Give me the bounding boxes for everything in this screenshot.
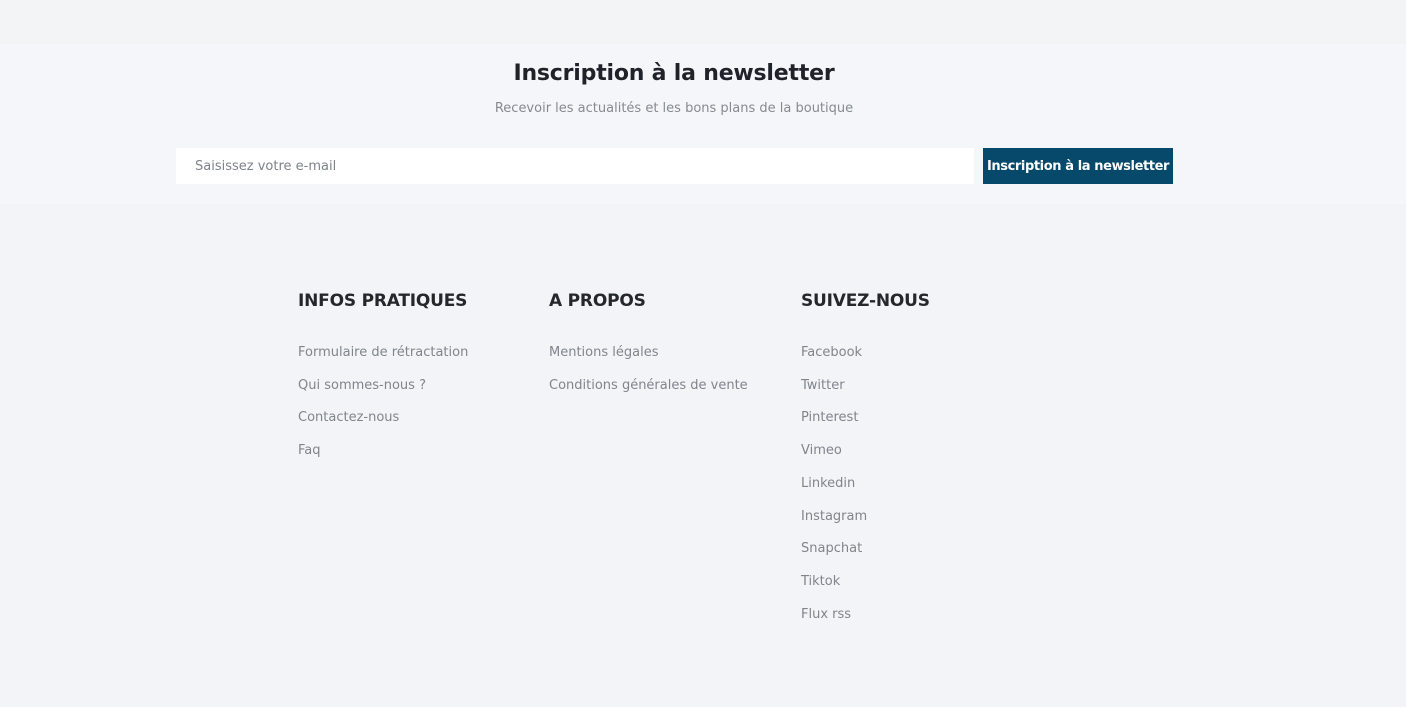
footer-link-instagram[interactable]: Instagram <box>801 501 930 534</box>
footer-link-linkedin[interactable]: Linkedin <box>801 468 930 501</box>
footer-link-contact[interactable]: Contactez-nous <box>298 402 468 435</box>
newsletter-subscribe-button[interactable]: Inscription à la newsletter <box>983 148 1173 184</box>
newsletter-section: Inscription à la newsletter Recevoir les… <box>0 44 1406 204</box>
footer-link-faq[interactable]: Faq <box>298 435 468 468</box>
footer-link-retractation[interactable]: Formulaire de rétractation <box>298 337 468 370</box>
footer-link-list: Facebook Twitter Pinterest Vimeo Linkedi… <box>801 337 930 631</box>
footer-column-a-propos: A PROPOS Mentions légales Conditions gén… <box>549 289 748 402</box>
footer-link-twitter[interactable]: Twitter <box>801 370 930 403</box>
footer-link-mentions-legales[interactable]: Mentions légales <box>549 337 748 370</box>
footer-link-tiktok[interactable]: Tiktok <box>801 566 930 599</box>
footer-link-list: Mentions légales Conditions générales de… <box>549 337 748 402</box>
top-strip <box>0 0 1406 44</box>
footer-link-rss[interactable]: Flux rss <box>801 599 930 632</box>
newsletter-email-input[interactable] <box>176 148 974 184</box>
footer-link-list: Formulaire de rétractation Qui sommes-no… <box>298 337 468 468</box>
footer-column-suivez-nous: SUIVEZ-NOUS Facebook Twitter Pinterest V… <box>801 289 930 631</box>
footer-column-infos-pratiques: INFOS PRATIQUES Formulaire de rétractati… <box>298 289 468 468</box>
footer-column-title: INFOS PRATIQUES <box>298 291 468 311</box>
footer-link-vimeo[interactable]: Vimeo <box>801 435 930 468</box>
newsletter-title: Inscription à la newsletter <box>513 61 835 86</box>
footer-column-title: A PROPOS <box>549 291 646 311</box>
footer-link-cgv[interactable]: Conditions générales de vente <box>549 370 748 403</box>
footer-column-title: SUIVEZ-NOUS <box>801 291 930 311</box>
footer-link-facebook[interactable]: Facebook <box>801 337 930 370</box>
footer-link-qui-sommes-nous[interactable]: Qui sommes-nous ? <box>298 370 468 403</box>
newsletter-subtitle: Recevoir les actualités et les bons plan… <box>494 101 854 116</box>
footer-link-pinterest[interactable]: Pinterest <box>801 402 930 435</box>
footer-link-snapchat[interactable]: Snapchat <box>801 533 930 566</box>
